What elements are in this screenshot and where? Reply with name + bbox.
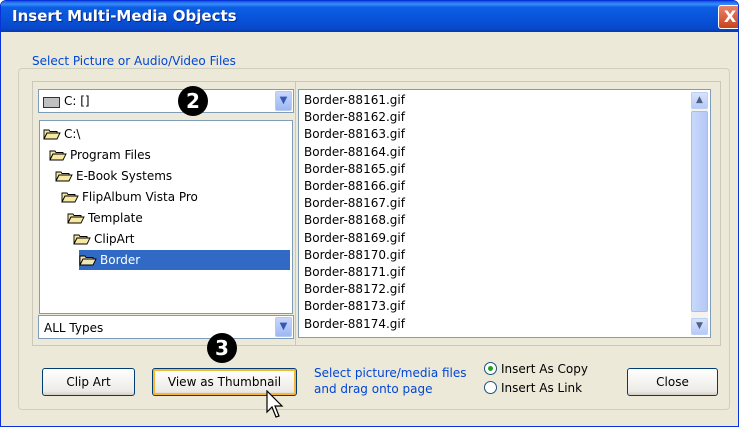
scroll-thumb[interactable] (691, 111, 708, 312)
folder-tree-item[interactable]: E-Book Systems (55, 166, 172, 186)
file-list-item[interactable]: Border-88168.gif (304, 212, 405, 229)
open-folder-icon (67, 213, 85, 223)
radio-button-icon (484, 362, 497, 375)
dialog-window: Insert Multi-Media Objects X Select Pict… (0, 0, 739, 427)
file-type-dropdown-button[interactable]: ▼ (275, 317, 292, 337)
step-badge-3: 3 (207, 333, 237, 363)
folder-label: Template (88, 211, 143, 225)
file-list-item[interactable]: Border-88166.gif (304, 178, 405, 195)
chevron-down-icon: ▼ (279, 321, 288, 332)
file-list-item[interactable]: Border-88172.gif (304, 281, 405, 298)
file-list-item[interactable]: Border-88165.gif (304, 161, 405, 178)
file-list-item[interactable]: Border-88171.gif (304, 264, 405, 281)
insert-as-link-label: Insert As Link (501, 381, 583, 395)
folder-label: Border (100, 253, 141, 267)
drive-select[interactable]: C: [] ▼ (38, 89, 294, 113)
insert-as-copy-label: Insert As Copy (501, 362, 588, 376)
chevron-down-icon: ▼ (279, 95, 288, 106)
drag-hint-line1: Select picture/media files (314, 366, 467, 380)
folder-tree-item[interactable]: ClipArt (73, 229, 135, 249)
step-badge-2: 2 (178, 86, 208, 116)
file-list-scrollbar[interactable]: ▲ ▼ (691, 92, 708, 335)
folder-tree-item[interactable]: FlipAlbum Vista Pro (61, 187, 198, 207)
clip-art-button[interactable]: Clip Art (42, 368, 135, 396)
mouse-pointer-icon (266, 390, 284, 418)
title-bar[interactable]: Insert Multi-Media Objects X (1, 1, 738, 32)
arrow-down-icon: ▼ (696, 321, 703, 331)
insert-as-link-radio[interactable]: Insert As Link (484, 381, 582, 395)
drive-icon (43, 97, 60, 108)
file-list-item[interactable]: Border-88169.gif (304, 230, 405, 247)
drag-hint: Select picture/media files and drag onto… (314, 365, 467, 397)
folder-tree-item[interactable]: Border (79, 250, 290, 270)
insert-as-copy-radio[interactable]: Insert As Copy (484, 362, 588, 376)
folder-tree-item[interactable]: Template (67, 208, 143, 228)
file-list-item[interactable]: Border-88161.gif (304, 92, 405, 109)
arrow-up-icon: ▲ (696, 95, 703, 105)
open-folder-icon (43, 129, 61, 139)
file-list-item[interactable]: Border-88170.gif (304, 247, 405, 264)
file-type-select[interactable]: ALL Types ▼ (38, 315, 294, 339)
open-folder-icon (79, 255, 97, 265)
folder-tree-item[interactable]: C:\ (43, 124, 80, 144)
radio-button-icon (484, 381, 497, 394)
group-label: Select Picture or Audio/Video Files (29, 54, 239, 68)
dialog-title: Insert Multi-Media Objects (12, 7, 237, 25)
file-list[interactable]: ▲ ▼ Border-88161.gif Border-88162.gif Bord… (298, 89, 711, 338)
drag-hint-line2: and drag onto page (314, 382, 433, 396)
open-folder-icon (49, 150, 67, 160)
scroll-up-button[interactable]: ▲ (691, 92, 708, 109)
open-folder-icon (73, 234, 91, 244)
open-folder-icon (55, 171, 73, 181)
drive-dropdown-button[interactable]: ▼ (275, 91, 292, 111)
open-folder-icon (61, 192, 79, 202)
radio-selected-dot (488, 366, 493, 371)
folder-label: FlipAlbum Vista Pro (82, 190, 198, 204)
folder-label: E-Book Systems (76, 169, 173, 183)
folder-label: Program Files (70, 148, 151, 162)
file-list-item[interactable]: Border-88167.gif (304, 195, 405, 212)
close-icon: X (723, 7, 737, 26)
folder-label: ClipArt (94, 232, 135, 246)
file-list-item[interactable]: Border-88164.gif (304, 144, 405, 161)
close-window-button[interactable]: X (718, 5, 738, 29)
file-list-item[interactable]: Border-88163.gif (304, 126, 405, 143)
file-list-item[interactable]: Border-88162.gif (304, 109, 405, 126)
close-button[interactable]: Close (627, 368, 718, 396)
folder-label: C:\ (64, 127, 81, 141)
file-list-item[interactable]: Border-88173.gif (304, 298, 405, 315)
drive-value: C: [] (64, 94, 90, 108)
file-list-item[interactable]: Border-88174.gif (304, 316, 405, 333)
scroll-down-button[interactable]: ▼ (691, 318, 708, 335)
file-type-value: ALL Types (44, 321, 104, 335)
folder-tree-item[interactable]: Program Files (49, 145, 151, 165)
folder-tree[interactable]: C:\ Program Files E-Book Systems FlipAlbum … (39, 120, 293, 314)
